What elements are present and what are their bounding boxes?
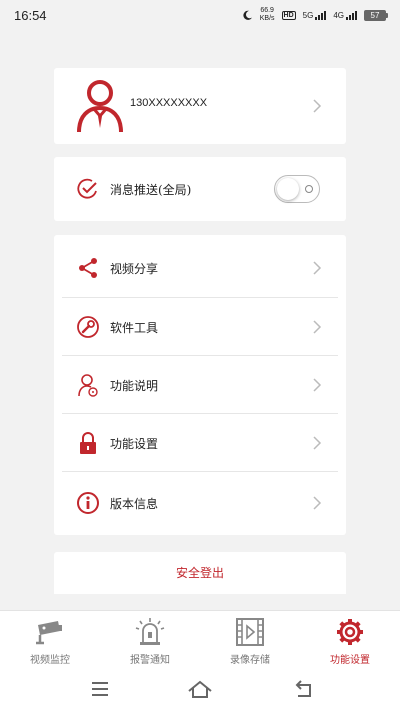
push-card: 消息推送(全局)	[54, 157, 346, 221]
tab-label: 录像存储	[230, 655, 270, 666]
logout-button[interactable]: 安全登出	[54, 552, 346, 594]
signal-5g-icon: 5G	[302, 10, 327, 20]
tab-label: 视频监控	[30, 655, 70, 666]
lock-icon	[80, 432, 96, 454]
alarm-icon	[135, 618, 165, 645]
hd-badge: HD	[281, 10, 296, 20]
bottom-tab-bar: 视频监控 报警通知 录像存储 功能设置	[0, 610, 400, 667]
status-bar: 16:54 66.9 KB/s HD 5G 4G 57	[0, 0, 400, 30]
tab-alarm-notify[interactable]: 报警通知	[100, 611, 200, 667]
info-icon	[77, 492, 99, 514]
tab-recording-storage[interactable]: 录像存储	[200, 611, 300, 667]
signal-4g-label: 4G	[333, 10, 344, 20]
tab-label: 功能设置	[330, 655, 370, 666]
chevron-right-icon	[313, 378, 322, 392]
tab-video-monitor[interactable]: 视频监控	[0, 611, 100, 667]
moon-icon	[243, 10, 252, 20]
check-circle-icon	[77, 178, 97, 199]
menu-item-settings[interactable]: 功能设置	[54, 414, 346, 471]
battery-icon: 57	[364, 9, 388, 21]
net-speed-value: 66.9	[260, 7, 274, 14]
chevron-right-icon	[313, 320, 322, 334]
back-icon[interactable]	[290, 675, 318, 703]
menu-item-label: 功能说明	[110, 379, 159, 393]
net-speed-unit: KB/s	[259, 15, 275, 22]
menu-card: 视频分享 软件工具 功能说明 功能设置 版本信息	[54, 235, 346, 535]
push-label: 消息推送(全局)	[110, 183, 192, 197]
status-time: 16:54	[14, 7, 47, 23]
signal-5g-label: 5G	[302, 10, 314, 20]
account-phone: 130XXXXXXXX	[130, 97, 208, 109]
chevron-right-icon	[313, 99, 322, 113]
toggle-knob	[277, 178, 299, 200]
person-help-icon	[78, 374, 98, 397]
account-row[interactable]: 130XXXXXXXX	[54, 68, 346, 144]
battery-level: 57	[370, 10, 380, 20]
camera-icon	[36, 621, 62, 645]
gear-icon	[337, 619, 363, 645]
menu-item-version[interactable]: 版本信息	[54, 472, 346, 535]
menu-item-tools[interactable]: 软件工具	[54, 298, 346, 355]
user-avatar-icon	[77, 80, 123, 133]
push-row: 消息推送(全局)	[54, 157, 346, 221]
logout-label: 安全登出	[175, 566, 224, 580]
home-icon[interactable]	[186, 675, 214, 703]
chevron-right-icon	[313, 496, 322, 510]
menu-item-share[interactable]: 视频分享	[54, 235, 346, 297]
push-toggle[interactable]	[274, 175, 320, 203]
share-icon	[79, 258, 97, 278]
wrench-icon	[77, 316, 99, 338]
tab-label: 报警通知	[130, 655, 170, 666]
menu-item-label: 软件工具	[110, 321, 159, 335]
system-nav-bar	[0, 667, 400, 711]
toggle-off-indicator	[305, 185, 313, 193]
chevron-right-icon	[313, 261, 322, 275]
menu-icon[interactable]	[86, 675, 114, 703]
menu-item-help[interactable]: 功能说明	[54, 356, 346, 413]
video-file-icon	[236, 618, 264, 646]
menu-item-label: 功能设置	[110, 437, 159, 451]
chevron-right-icon	[313, 436, 322, 450]
signal-4g-icon: 4G	[333, 10, 357, 20]
net-speed: 66.9 KB/s	[260, 7, 275, 23]
menu-item-label: 视频分享	[110, 262, 159, 276]
menu-item-label: 版本信息	[110, 497, 159, 511]
tab-function-settings[interactable]: 功能设置	[300, 611, 400, 667]
status-indicators: 66.9 KB/s HD 5G 4G 57	[242, 7, 388, 23]
account-card: 130XXXXXXXX	[54, 68, 346, 144]
